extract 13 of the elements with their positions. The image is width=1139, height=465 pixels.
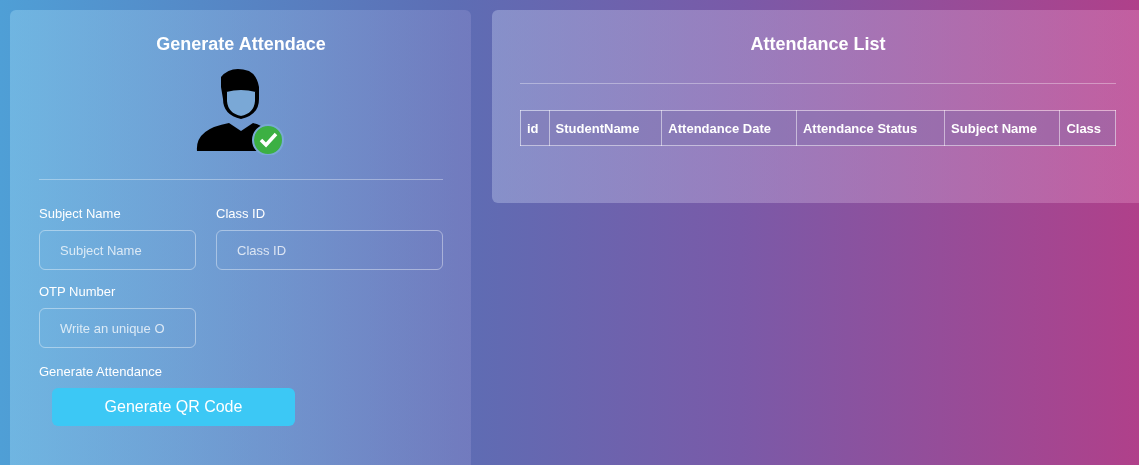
column-header: StudentName [549, 110, 662, 146]
panel-title: Attendance List [749, 34, 887, 55]
column-header: id [520, 110, 550, 146]
column-header: Attendance Date [661, 110, 797, 146]
column-header: Subject Name [944, 110, 1060, 146]
column-header: Class [1059, 110, 1116, 146]
field-label: OTP Number [39, 284, 117, 299]
section-label: Generate Attendance [39, 364, 162, 379]
field-label: Subject Name [39, 206, 122, 221]
column-header: Attendance Status [796, 110, 945, 146]
field-label: Class ID [216, 206, 267, 221]
panel-title: Generate Attendace [156, 34, 326, 55]
generate-qr-button[interactable]: Generate QR Code [52, 388, 295, 426]
